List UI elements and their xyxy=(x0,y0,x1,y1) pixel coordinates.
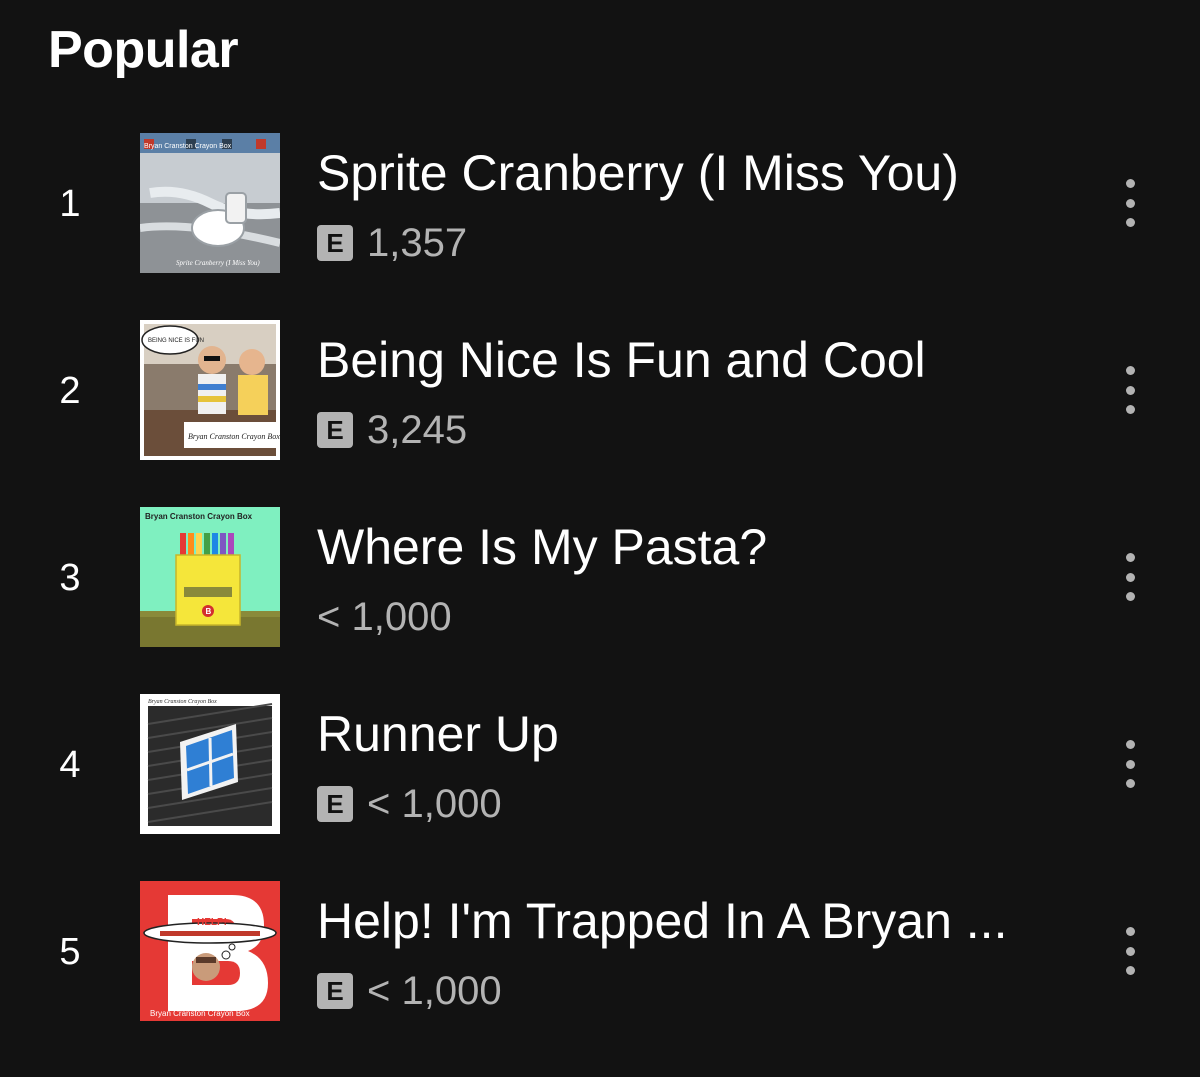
explicit-badge: E xyxy=(317,412,353,448)
album-cover: Bryan Cranston Crayon Box xyxy=(140,694,280,834)
album-cover: B Bryan Cranston Crayon Box xyxy=(140,507,280,647)
play-count: 1,357 xyxy=(367,221,468,265)
track-row[interactable]: 1 Bryan Cranston Crayon Box Sprite Cranb… xyxy=(0,133,1200,320)
album-cover: BEING NICE IS FUN Bryan Cranston Crayon … xyxy=(140,320,280,460)
play-count: 3,245 xyxy=(367,408,468,452)
cover-footer-text: Bryan Cranston Crayon Box xyxy=(150,1009,250,1018)
track-index: 3 xyxy=(59,557,81,599)
track-title[interactable]: Help! I'm Trapped In A Bryan ... xyxy=(317,891,1057,951)
explicit-badge: E xyxy=(317,225,353,261)
more-icon xyxy=(1125,198,1135,208)
more-icon xyxy=(1125,740,1135,749)
more-icon xyxy=(1125,385,1135,395)
play-count: < 1,000 xyxy=(367,969,502,1013)
more-icon xyxy=(1125,759,1135,769)
more-icon xyxy=(1125,405,1135,414)
more-icon xyxy=(1125,966,1135,975)
more-icon xyxy=(1125,218,1135,227)
cover-header-text: Bryan Cranston Crayon Box xyxy=(145,512,253,521)
track-index: 1 xyxy=(59,183,81,225)
more-options-button[interactable] xyxy=(1110,921,1150,981)
cover-banner-text: HELP! xyxy=(197,917,227,928)
explicit-badge: E xyxy=(317,973,353,1009)
more-icon xyxy=(1125,592,1135,601)
track-meta: E < 1,000 xyxy=(317,969,502,1013)
more-icon xyxy=(1125,572,1135,582)
album-cover: Bryan Cranston Crayon Box Sprite Cranber… xyxy=(140,133,280,273)
cover-header-text: Bryan Cranston Crayon Box xyxy=(148,699,217,705)
cover-header-text: Bryan Cranston Crayon Box xyxy=(144,143,232,150)
track-title[interactable]: Sprite Cranberry (I Miss You) xyxy=(317,143,1057,203)
track-meta: E 1,357 xyxy=(317,221,467,265)
track-row[interactable]: 2 BEING NICE IS FUN Bryan Cranston Crayo… xyxy=(0,320,1200,507)
more-icon xyxy=(1125,553,1135,562)
track-row[interactable]: 5 HELP! Bryan Cranston Crayon Box Help! … xyxy=(0,881,1200,1068)
cover-badge-letter: B xyxy=(206,607,212,616)
track-row[interactable]: 3 B Bryan Cranston Crayon Box Where Is M… xyxy=(0,507,1200,694)
track-title[interactable]: Where Is My Pasta? xyxy=(317,517,1057,577)
more-options-button[interactable] xyxy=(1110,360,1150,420)
track-list: 1 Bryan Cranston Crayon Box Sprite Cranb… xyxy=(0,133,1200,1068)
more-options-button[interactable] xyxy=(1110,734,1150,794)
cover-footer-text: Sprite Cranberry (I Miss You) xyxy=(176,259,260,267)
track-index: 5 xyxy=(59,931,81,973)
track-title[interactable]: Being Nice Is Fun and Cool xyxy=(317,330,1057,390)
more-options-button[interactable] xyxy=(1110,547,1150,607)
more-icon xyxy=(1125,946,1135,956)
more-icon xyxy=(1125,927,1135,936)
explicit-badge: E xyxy=(317,786,353,822)
more-options-button[interactable] xyxy=(1110,173,1150,233)
cover-footer-text: Bryan Cranston Crayon Box xyxy=(188,432,280,441)
album-cover: HELP! Bryan Cranston Crayon Box xyxy=(140,881,280,1021)
section-title: Popular xyxy=(48,21,239,79)
more-icon xyxy=(1125,366,1135,375)
track-meta: E 3,245 xyxy=(317,408,467,452)
more-icon xyxy=(1125,779,1135,788)
track-meta: E < 1,000 xyxy=(317,782,502,826)
play-count: < 1,000 xyxy=(367,782,502,826)
track-title[interactable]: Runner Up xyxy=(317,704,1057,764)
play-count: < 1,000 xyxy=(317,595,452,639)
track-index: 4 xyxy=(59,744,81,786)
track-index: 2 xyxy=(59,370,81,412)
track-row[interactable]: 4 Bryan Cranston Crayon Box Runner Up E … xyxy=(0,694,1200,881)
track-meta: < 1,000 xyxy=(317,595,452,639)
cover-header-text: BEING NICE IS FUN xyxy=(148,338,204,344)
more-icon xyxy=(1125,179,1135,188)
